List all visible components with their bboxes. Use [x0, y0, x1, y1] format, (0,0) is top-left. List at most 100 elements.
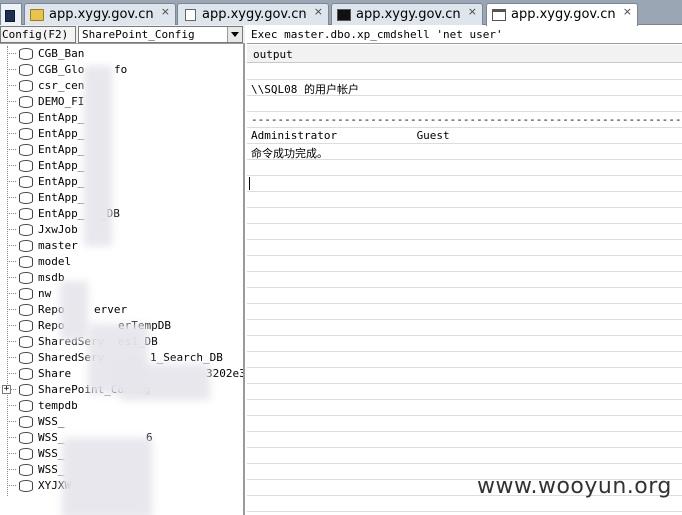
- result-row[interactable]: [247, 256, 682, 272]
- result-row[interactable]: [247, 384, 682, 400]
- browser-tab[interactable]: app.xygy.gov.cn ×: [24, 3, 176, 25]
- result-row[interactable]: ----------------------------------------…: [247, 112, 682, 128]
- tree-item-label: Share: [38, 367, 72, 380]
- page-icon: [185, 9, 196, 21]
- tree-item-database[interactable]: tempdb: [0, 398, 243, 414]
- database-icon: [19, 272, 33, 284]
- tree-item-database[interactable]: EntApp_: [0, 126, 243, 142]
- database-icon: [19, 320, 33, 332]
- tree-item-database[interactable]: JxwJob: [0, 222, 243, 238]
- tree-item-database[interactable]: msdb: [0, 270, 243, 286]
- tree-item-label: EntApp_: [38, 207, 85, 220]
- result-row[interactable]: [247, 160, 682, 176]
- redaction-blur: [62, 438, 152, 515]
- tree-connector: [7, 229, 16, 230]
- tree-connector: [7, 357, 16, 358]
- tree-item-label-tail: 1_Search_DB: [150, 351, 223, 364]
- result-row[interactable]: [247, 320, 682, 336]
- tree-item-database[interactable]: master: [0, 238, 243, 254]
- database-icon: [19, 160, 33, 172]
- result-cell: \\SQL08 的用户帐户: [251, 83, 359, 96]
- tree-connector: [7, 133, 16, 134]
- tree-item-label: JxwJob: [38, 223, 78, 236]
- tab-icon: [492, 9, 506, 21]
- result-row[interactable]: [247, 272, 682, 288]
- tree-item-database[interactable]: EntApp_: [0, 190, 243, 206]
- result-row[interactable]: [247, 288, 682, 304]
- browser-tab[interactable]: app.xygy.gov.cn ×: [331, 3, 483, 25]
- tree-item-database[interactable]: EntApp_: [0, 158, 243, 174]
- browser-tab[interactable]: app.xygy.gov.cn ×: [486, 3, 638, 26]
- database-icon: [19, 256, 33, 268]
- text-cursor: [249, 177, 250, 190]
- close-icon[interactable]: ×: [623, 5, 632, 18]
- database-select-value: SharePoint_Config: [82, 28, 195, 41]
- result-row[interactable]: [247, 368, 682, 384]
- result-row[interactable]: [247, 336, 682, 352]
- result-row[interactable]: [247, 352, 682, 368]
- result-row[interactable]: [247, 416, 682, 432]
- result-row[interactable]: 命令成功完成。: [247, 144, 682, 160]
- tree-item-database[interactable]: model: [0, 254, 243, 270]
- redaction-blur: [120, 364, 210, 400]
- tree-item-database[interactable]: nw: [0, 286, 243, 302]
- sql-input[interactable]: Exec master.dbo.xp_cmdshell 'net user': [247, 25, 682, 44]
- app-menu-button[interactable]: [0, 3, 22, 25]
- tree-item-label: master: [38, 239, 78, 252]
- result-row[interactable]: [247, 240, 682, 256]
- result-row[interactable]: [247, 448, 682, 464]
- result-row[interactable]: [247, 176, 682, 192]
- tree-item-database[interactable]: EntApp_: [0, 142, 243, 158]
- database-icon: [19, 176, 33, 188]
- result-row[interactable]: [247, 400, 682, 416]
- result-row[interactable]: [247, 64, 682, 80]
- tree-connector: [7, 149, 16, 150]
- database-icon: [19, 400, 33, 412]
- result-row[interactable]: [247, 208, 682, 224]
- result-row[interactable]: [247, 192, 682, 208]
- result-cell: ----------------------------------------…: [251, 113, 682, 126]
- close-icon[interactable]: ×: [161, 5, 170, 18]
- close-icon[interactable]: ×: [468, 5, 477, 18]
- tree-connector: [7, 53, 16, 54]
- tree-item-label-tail: 3202e3: [206, 367, 243, 380]
- tree-item-database[interactable]: EntApp_: [0, 110, 243, 126]
- database-icon: [19, 464, 33, 476]
- result-row[interactable]: [247, 224, 682, 240]
- database-icon: [19, 240, 33, 252]
- tree-connector: [7, 85, 16, 86]
- database-icon: [19, 224, 33, 236]
- expand-plus-icon[interactable]: +: [2, 385, 11, 394]
- tree-item-database[interactable]: EntApp_: [0, 174, 243, 190]
- tree-connector: [7, 213, 16, 214]
- result-row[interactable]: Administrator Guest: [247, 128, 682, 144]
- tree-item-label: tempdb: [38, 399, 78, 412]
- tree-connector: [7, 165, 16, 166]
- column-header-output[interactable]: output: [247, 45, 682, 63]
- config-button[interactable]: Config(F2): [0, 26, 76, 43]
- app-icon: [5, 10, 15, 22]
- tree-item-database[interactable]: WSS_: [0, 414, 243, 430]
- results-grid: output \\SQL08 的用户帐户 --------------------…: [247, 45, 682, 515]
- result-row[interactable]: [247, 96, 682, 112]
- result-row[interactable]: \\SQL08 的用户帐户: [247, 80, 682, 96]
- database-select[interactable]: SharePoint_Config: [78, 26, 243, 43]
- database-icon: [19, 416, 33, 428]
- result-row[interactable]: [247, 432, 682, 448]
- tree-item-label: EntApp_: [38, 191, 85, 204]
- result-row[interactable]: [247, 304, 682, 320]
- watermark-text: www.wooyun.org: [477, 474, 672, 499]
- tree-item-database[interactable]: EntApp_: [0, 206, 243, 222]
- tree-item-database[interactable]: CGB_Ban: [0, 46, 243, 62]
- tree-connector: [7, 373, 16, 374]
- close-icon[interactable]: ×: [314, 5, 323, 18]
- tree-item-label-tail: fo: [114, 63, 128, 76]
- database-icon: [19, 384, 33, 396]
- tree-item-database[interactable]: csr_cen: [0, 78, 243, 94]
- tree-item-database[interactable]: DEMO_FI: [0, 94, 243, 110]
- tree-item-label: WSS_: [38, 447, 65, 460]
- browser-tab[interactable]: app.xygy.gov.cn ×: [177, 3, 329, 25]
- database-icon: [19, 96, 33, 108]
- chevron-down-icon[interactable]: [227, 27, 242, 42]
- tab-label: app.xygy.gov.cn: [202, 7, 307, 22]
